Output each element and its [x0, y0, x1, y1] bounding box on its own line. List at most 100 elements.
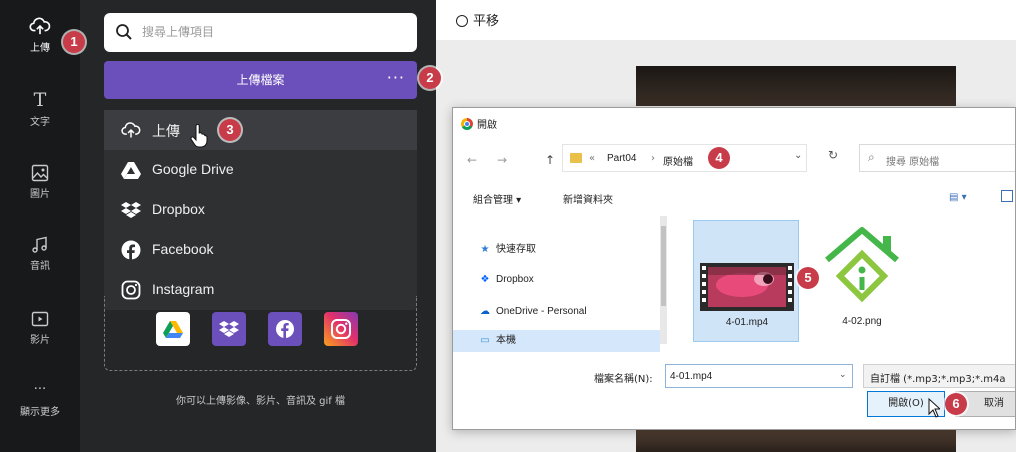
- drop-google-drive-button[interactable]: [156, 312, 190, 346]
- dropbox-icon: ❖: [480, 274, 490, 285]
- arrow-cursor-icon: [928, 398, 940, 418]
- rail-more[interactable]: ··· 顯示更多: [0, 380, 80, 440]
- organize-button[interactable]: 組合管理 ▾: [473, 191, 521, 206]
- address-bar[interactable]: « Part04 › 原始檔: [562, 144, 807, 172]
- drop-facebook-button[interactable]: [268, 312, 302, 346]
- rail-video[interactable]: 影片: [0, 310, 80, 370]
- rail-photos-label: 圖片: [30, 189, 50, 200]
- onedrive-icon: ☁: [480, 306, 490, 317]
- cloud-upload-icon: [29, 17, 51, 35]
- drop-dropbox-button[interactable]: [212, 312, 246, 346]
- menu-item-dropbox-label: Dropbox: [152, 201, 205, 217]
- nav-quick-access-label: 快速存取: [496, 244, 536, 255]
- open-file-dialog: 開啟 ← → ↑ « Part04 › 原始檔 ⌄ ↻ ⌕ 搜尋 原始檔 組合管…: [452, 107, 1016, 430]
- computer-icon: ▭: [480, 335, 490, 346]
- nav-dropbox[interactable]: ❖ Dropbox: [479, 274, 534, 285]
- file-item-4-01-mp4[interactable]: 4-01.mp4: [693, 220, 799, 342]
- rail-audio[interactable]: 音訊: [0, 236, 80, 296]
- star-icon: ★: [480, 244, 490, 255]
- breadcrumb-part04[interactable]: Part04: [607, 153, 636, 164]
- file-name: 4-01.mp4: [725, 317, 769, 328]
- pan-icon: [456, 15, 468, 27]
- step-5-badge: 5: [797, 267, 819, 289]
- dialog-command-bar: 組合管理 ▾ 新增資料夾 ▤ ▾: [453, 184, 1015, 210]
- forward-icon[interactable]: →: [497, 153, 507, 167]
- google-drive-icon: [121, 162, 141, 179]
- folder-icon: [570, 153, 582, 163]
- nav-dropbox-label: Dropbox: [496, 274, 534, 285]
- step-3-badge: 3: [219, 119, 241, 141]
- dialog-search-icon: ⌕: [868, 150, 875, 164]
- more-icon: ···: [33, 382, 47, 397]
- dialog-title-text: 開啟: [477, 120, 497, 131]
- rail-text[interactable]: T 文字: [0, 90, 80, 150]
- filetype-select[interactable]: 自訂檔 (*.mp3;*.mp3;*.m4a: [863, 364, 1015, 388]
- menu-item-instagram-label: Instagram: [152, 281, 215, 297]
- up-icon[interactable]: ↑: [545, 153, 555, 167]
- step-1-badge: 1: [63, 31, 85, 53]
- filename-input[interactable]: [665, 364, 853, 388]
- rail-audio-label: 音訊: [30, 261, 50, 272]
- pan-label[interactable]: 平移: [456, 10, 499, 29]
- rail-video-label: 影片: [30, 335, 50, 346]
- breadcrumb-source[interactable]: 原始檔: [663, 153, 693, 168]
- nav-this-pc[interactable]: ▭ 本機: [453, 330, 660, 352]
- step-2-badge: 2: [419, 67, 441, 89]
- more-options-icon[interactable]: ···: [387, 61, 405, 95]
- nav-quick-access[interactable]: ★ 快速存取: [479, 240, 536, 255]
- music-icon: [32, 236, 47, 253]
- canvas-photo-top: [636, 66, 956, 106]
- file-name: 4-02.png: [842, 316, 882, 327]
- text-icon: T: [33, 89, 47, 111]
- step-6-badge: 6: [945, 393, 967, 415]
- upload-files-button[interactable]: 上傳檔案 ···: [104, 61, 417, 99]
- menu-item-google-drive-label: Google Drive: [152, 161, 234, 177]
- facebook-icon: [121, 240, 141, 260]
- side-rail: 上傳 T 文字 圖片 音訊 影片 ··· 顯示更多: [0, 0, 80, 452]
- menu-item-dropbox[interactable]: Dropbox: [104, 190, 417, 230]
- dialog-title: 開啟: [461, 116, 497, 131]
- instagram-icon: [331, 319, 351, 339]
- rail-more-label: 顯示更多: [20, 407, 60, 418]
- hand-cursor-icon: [190, 124, 208, 148]
- navigation-pane: ★ 快速存取 ❖ Dropbox ☁ OneDrive - Personal ▭ 本機: [453, 216, 667, 352]
- address-dropdown-icon[interactable]: ⌄: [794, 150, 802, 161]
- breadcrumb-overflow[interactable]: «: [589, 153, 595, 164]
- menu-item-facebook[interactable]: Facebook: [104, 230, 417, 270]
- scrollbar-thumb[interactable]: [661, 226, 666, 306]
- upload-drop-zone[interactable]: [104, 296, 417, 371]
- rail-photos[interactable]: 圖片: [0, 164, 80, 224]
- new-folder-button[interactable]: 新增資料夾: [563, 191, 613, 206]
- editor-toolbar: 平移: [436, 0, 1016, 40]
- file-item-4-02-png[interactable]: 4-02.png: [809, 220, 915, 342]
- drop-instagram-button[interactable]: [324, 312, 358, 346]
- rail-text-label: 文字: [30, 117, 50, 128]
- image-file-icon: [825, 227, 899, 303]
- upload-hint-text: 你可以上傳影像、影片、音訊及 gif 檔: [175, 396, 345, 407]
- back-icon[interactable]: ←: [467, 153, 477, 167]
- google-drive-icon: [163, 321, 183, 338]
- search-box[interactable]: [104, 13, 417, 52]
- pan-text: 平移: [473, 14, 500, 29]
- filename-label: 檔案名稱(N):: [594, 374, 653, 385]
- search-icon: [116, 24, 132, 40]
- search-input[interactable]: [142, 21, 402, 43]
- facebook-icon: [276, 320, 294, 338]
- step-4-badge: 4: [708, 147, 730, 169]
- preview-pane-icon[interactable]: [1001, 190, 1013, 202]
- filename-dropdown-icon[interactable]: ⌄: [839, 370, 847, 380]
- dialog-search-box[interactable]: ⌕ 搜尋 原始檔: [859, 144, 1015, 172]
- view-mode-icon[interactable]: ▤ ▾: [949, 192, 967, 203]
- cloud-upload-icon: [121, 122, 141, 138]
- navigation-scrollbar[interactable]: [660, 216, 667, 344]
- menu-item-google-drive[interactable]: Google Drive: [104, 150, 417, 190]
- upload-files-label: 上傳檔案: [236, 73, 285, 87]
- menu-item-upload-label: 上傳: [152, 123, 180, 139]
- upload-source-menu: 上傳 Google Drive Dropbox Facebook Instagr…: [104, 110, 417, 310]
- dropbox-icon: [219, 321, 239, 337]
- refresh-icon[interactable]: ↻: [828, 148, 838, 162]
- image-icon: [31, 164, 49, 182]
- menu-item-upload[interactable]: 上傳: [104, 110, 417, 150]
- nav-onedrive[interactable]: ☁ OneDrive - Personal: [479, 306, 587, 317]
- nav-onedrive-label: OneDrive - Personal: [496, 306, 587, 317]
